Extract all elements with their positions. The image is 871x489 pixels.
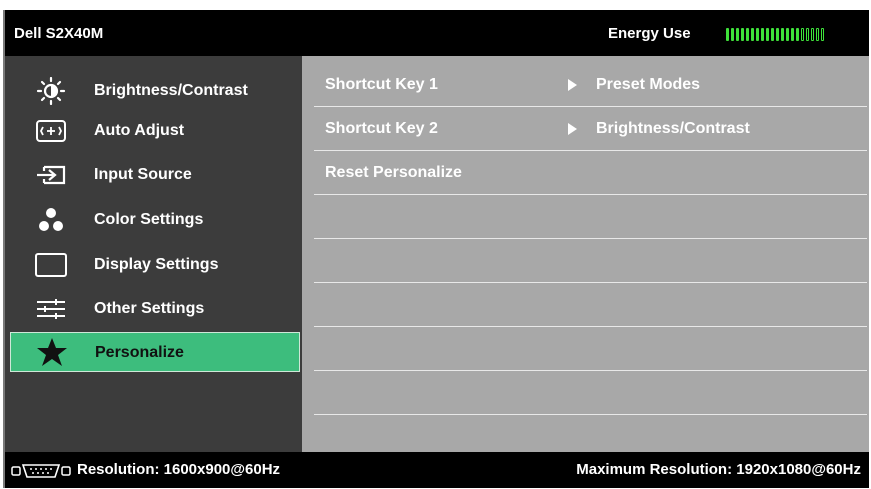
submenu-row-empty [314, 195, 867, 239]
brightness-icon [34, 77, 68, 105]
menu-item-label: Color Settings [94, 211, 204, 228]
energy-meter-segment [781, 28, 784, 41]
energy-meter-segment [751, 28, 754, 41]
energy-meter-segment [776, 28, 779, 41]
menu-item-label: Brightness/Contrast [94, 82, 248, 99]
submenu-row-empty [314, 239, 867, 283]
energy-meter-segment [811, 28, 814, 41]
energy-use-label: Energy Use [608, 25, 691, 42]
energy-meter-segment [731, 28, 734, 41]
energy-meter-segment [726, 28, 729, 41]
menu-item-color-settings[interactable]: Color Settings [10, 200, 300, 240]
menu-item-label: Personalize [95, 344, 184, 361]
other-settings-icon [34, 295, 68, 323]
monitor-model: Dell S2X40M [14, 25, 104, 42]
auto-adjust-icon [34, 117, 68, 145]
color-settings-icon [34, 206, 68, 234]
osd-window: Dell S2X40M Energy Use Brightness/Contra… [5, 10, 869, 488]
vga-connector-icon [11, 463, 71, 483]
energy-meter-segment [756, 28, 759, 41]
menu-item-personalize[interactable]: Personalize [10, 332, 300, 372]
star-icon [35, 338, 69, 366]
submenu-panel: Shortcut Key 1 Preset Modes Shortcut Key… [302, 56, 869, 452]
submenu-row-label: Shortcut Key 1 [325, 76, 438, 93]
energy-use-meter [726, 28, 860, 41]
menu-item-other-settings[interactable]: Other Settings [10, 289, 300, 329]
current-resolution: Resolution: 1600x900@60Hz [77, 461, 281, 478]
submenu-row-value: Preset Modes [596, 76, 701, 93]
submenu-row-shortcut-key-1[interactable]: Shortcut Key 1 Preset Modes [314, 63, 867, 107]
submenu-row-label: Reset Personalize [325, 164, 462, 181]
maximum-resolution: Maximum Resolution: 1920x1080@60Hz [576, 461, 861, 478]
divider [314, 413, 867, 415]
arrow-right-icon [568, 79, 577, 91]
menu-item-label: Auto Adjust [94, 122, 185, 139]
menu-item-label: Display Settings [94, 256, 219, 273]
energy-meter-segment [741, 28, 744, 41]
display-settings-icon [34, 251, 68, 279]
energy-meter-segment [761, 28, 764, 41]
submenu-row-empty [314, 371, 867, 415]
menu-item-auto-adjust[interactable]: Auto Adjust [10, 111, 300, 151]
energy-meter-segment [771, 28, 774, 41]
input-source-icon [34, 161, 68, 189]
menu-item-brightness-contrast[interactable]: Brightness/Contrast [10, 71, 300, 111]
energy-meter-segment [791, 28, 794, 41]
energy-meter-segment [821, 28, 824, 41]
main-menu: Brightness/Contrast Auto Adjust Input So… [5, 56, 302, 452]
submenu-row-reset-personalize[interactable]: Reset Personalize [314, 151, 867, 195]
osd-header: Dell S2X40M Energy Use [5, 10, 869, 56]
energy-meter-segment [816, 28, 819, 41]
submenu-row-empty [314, 327, 867, 371]
submenu-row-value: Brightness/Contrast [596, 120, 750, 137]
energy-meter-segment [746, 28, 749, 41]
energy-meter-segment [736, 28, 739, 41]
arrow-right-icon [568, 123, 577, 135]
menu-item-display-settings[interactable]: Display Settings [10, 245, 300, 285]
energy-meter-segment [786, 28, 789, 41]
energy-meter-segment [766, 28, 769, 41]
menu-item-input-source[interactable]: Input Source [10, 155, 300, 195]
submenu-row-empty [314, 283, 867, 327]
energy-meter-segment [796, 28, 799, 41]
energy-meter-segment [806, 28, 809, 41]
submenu-row-label: Shortcut Key 2 [325, 120, 438, 137]
menu-item-label: Input Source [94, 166, 192, 183]
submenu-row-shortcut-key-2[interactable]: Shortcut Key 2 Brightness/Contrast [314, 107, 867, 151]
menu-item-label: Other Settings [94, 300, 205, 317]
osd-footer: Resolution: 1600x900@60Hz Maximum Resolu… [5, 452, 869, 488]
energy-meter-segment [801, 28, 804, 41]
